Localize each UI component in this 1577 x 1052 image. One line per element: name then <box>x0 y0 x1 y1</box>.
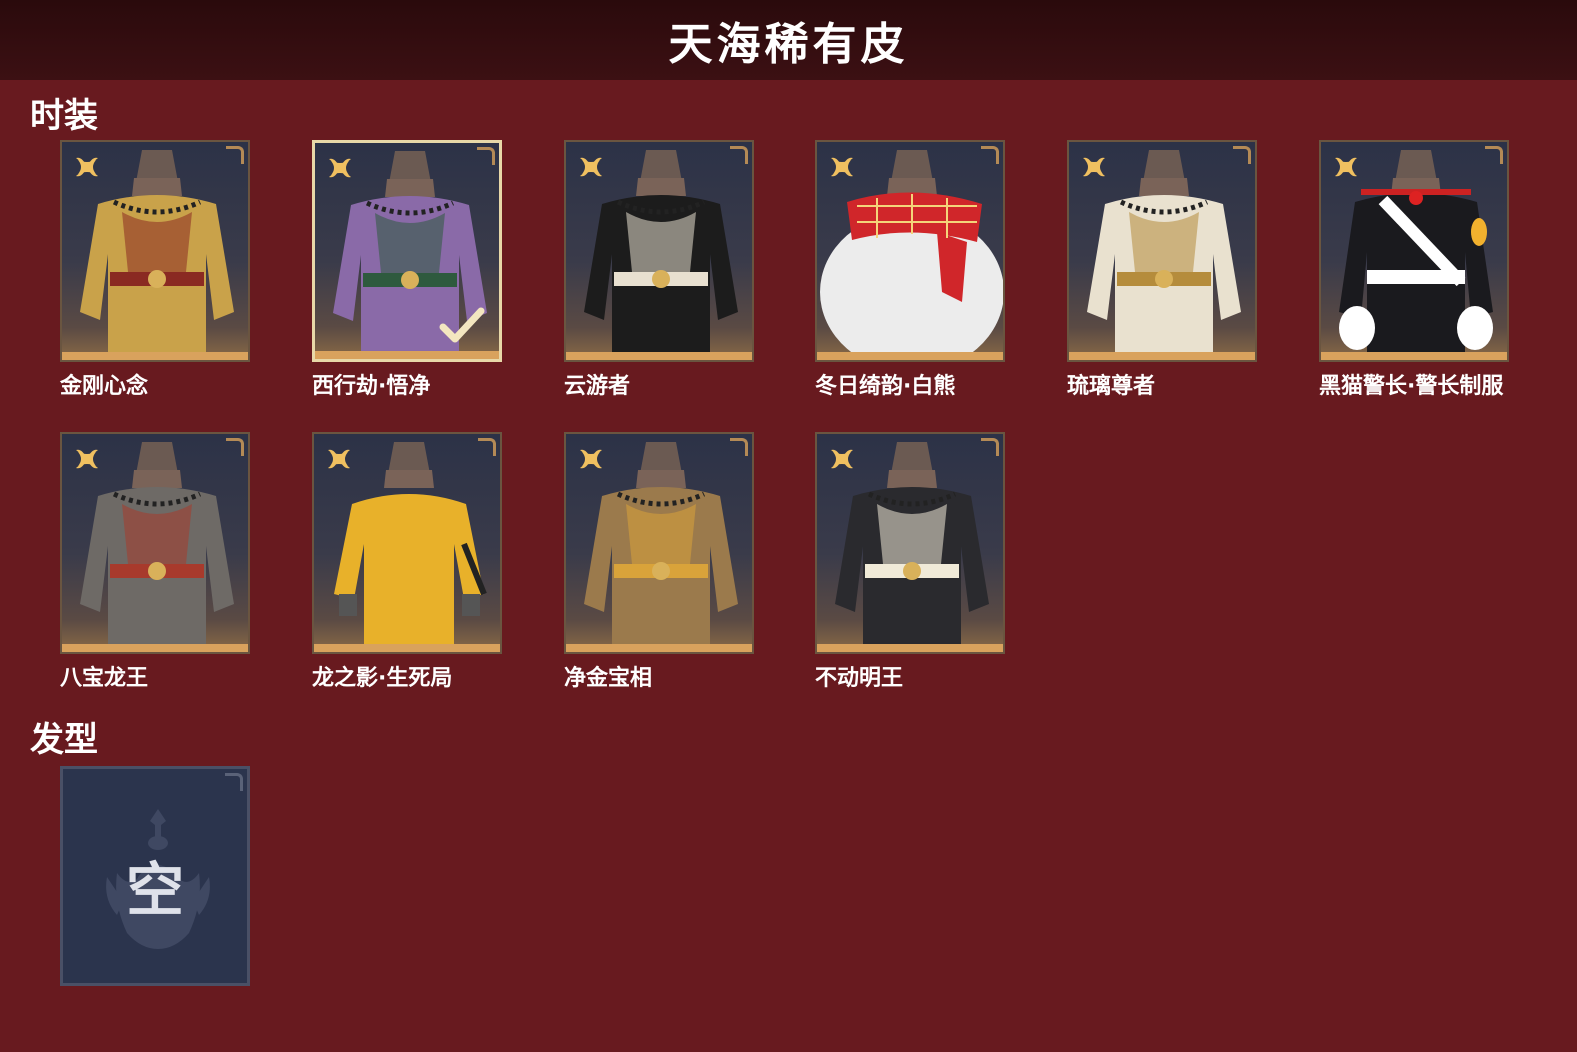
outfit-name-label: 云游者 <box>564 374 631 399</box>
outfit-card[interactable]: 冬日绮韵·白熊 <box>815 140 1005 399</box>
corner-mark-icon <box>225 773 243 791</box>
outfit-card[interactable]: 净金宝相 <box>564 432 754 691</box>
card-bottom-bar <box>817 644 1003 652</box>
card-bottom-bar <box>1321 352 1507 360</box>
corner-mark-icon <box>1233 146 1251 164</box>
outfits-section-title: 时装 <box>30 96 98 136</box>
gold-flower-icon <box>76 449 98 469</box>
outfit-card[interactable]: 龙之影·生死局 <box>312 432 502 691</box>
outfit-thumbnail <box>312 432 502 654</box>
corner-mark-icon <box>730 146 748 164</box>
outfit-thumbnail <box>1319 140 1509 362</box>
outfit-name-label: 冬日绮韵·白熊 <box>815 374 956 399</box>
outfit-card[interactable]: 金刚心念 <box>60 140 250 399</box>
corner-mark-icon <box>477 147 495 165</box>
outfit-card[interactable]: 云游者 <box>564 140 754 399</box>
corner-mark-icon <box>1485 146 1503 164</box>
gold-flower-icon <box>831 157 853 177</box>
outfit-card[interactable]: 八宝龙王 <box>60 432 250 691</box>
card-bottom-bar <box>566 352 752 360</box>
gold-flower-icon <box>580 157 602 177</box>
outfit-card[interactable]: 琉璃尊者 <box>1067 140 1257 399</box>
page-header: 天海稀有皮 <box>0 0 1577 80</box>
hairstyle-empty-slot[interactable]: 空 <box>60 766 250 986</box>
card-bottom-bar <box>1069 352 1255 360</box>
gold-flower-icon <box>831 449 853 469</box>
outfit-name-label: 金刚心念 <box>60 374 149 399</box>
page-title: 天海稀有皮 <box>668 19 909 70</box>
hairstyle-section-title: 发型 <box>30 720 98 760</box>
card-bottom-bar <box>315 351 499 359</box>
gold-flower-icon <box>1335 157 1357 177</box>
outfit-thumbnail <box>564 140 754 362</box>
outfit-card[interactable]: 西行劫·悟净 <box>312 140 502 399</box>
card-bottom-bar <box>817 352 1003 360</box>
outfit-thumbnail <box>564 432 754 654</box>
outfit-thumbnail <box>312 140 502 362</box>
outfit-thumbnail <box>1067 140 1257 362</box>
outfit-thumbnail <box>60 432 250 654</box>
outfit-name-label: 龙之影·生死局 <box>312 666 453 691</box>
corner-mark-icon <box>730 438 748 456</box>
gold-flower-icon <box>580 449 602 469</box>
corner-mark-icon <box>478 438 496 456</box>
card-bottom-bar <box>62 644 248 652</box>
gold-flower-icon <box>329 158 351 178</box>
checkmark-icon <box>439 307 485 343</box>
empty-slot-label: 空 <box>125 856 184 924</box>
card-bottom-bar <box>62 352 248 360</box>
outfit-thumbnail <box>815 140 1005 362</box>
card-bottom-bar <box>566 644 752 652</box>
card-bottom-bar <box>314 644 500 652</box>
outfit-thumbnail <box>815 432 1005 654</box>
outfit-name-label: 西行劫·悟净 <box>312 374 431 399</box>
corner-mark-icon <box>981 146 999 164</box>
outfit-card[interactable]: 黑猫警长·警长制服 <box>1319 140 1509 399</box>
outfit-name-label: 八宝龙王 <box>60 666 149 691</box>
outfit-name-label: 净金宝相 <box>564 666 653 691</box>
corner-mark-icon <box>981 438 999 456</box>
outfit-name-label: 琉璃尊者 <box>1067 374 1156 399</box>
gold-flower-icon <box>1083 157 1105 177</box>
outfit-thumbnail <box>60 140 250 362</box>
outfit-card[interactable]: 不动明王 <box>815 432 1005 691</box>
outfit-name-label: 黑猫警长·警长制服 <box>1319 374 1504 399</box>
corner-mark-icon <box>226 438 244 456</box>
corner-mark-icon <box>226 146 244 164</box>
gold-flower-icon <box>328 449 350 469</box>
gold-flower-icon <box>76 157 98 177</box>
outfit-name-label: 不动明王 <box>815 666 904 691</box>
